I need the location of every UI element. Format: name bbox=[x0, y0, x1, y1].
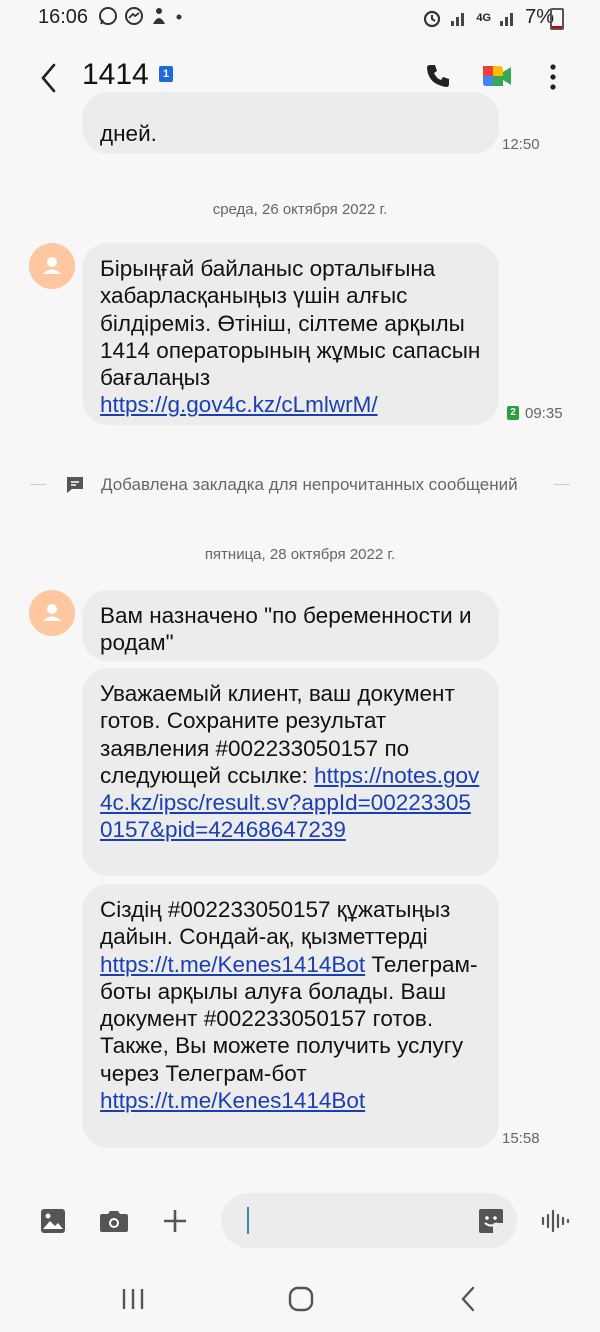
avatar-icon bbox=[43, 604, 61, 621]
notification-icons bbox=[98, 6, 184, 26]
add-icon[interactable] bbox=[162, 1208, 188, 1234]
video-call-icon[interactable] bbox=[482, 62, 512, 90]
alarm-icon bbox=[424, 10, 441, 27]
text-caret bbox=[247, 1207, 249, 1234]
message-bubble[interactable]: Сіздің #002233050157 құжатыңыз дайын. Со… bbox=[82, 884, 499, 1148]
bookmark-notice: Добавлена закладка для непрочитанных соо… bbox=[101, 475, 518, 494]
status-right-group: 4G 7% bbox=[422, 6, 554, 29]
recents-icon[interactable] bbox=[120, 1287, 146, 1311]
messenger-icon bbox=[125, 7, 143, 25]
message-text: Вам назначено "по беременности и родам" bbox=[100, 603, 472, 656]
avatar[interactable] bbox=[29, 590, 75, 636]
conversation-title: 1414 bbox=[82, 58, 149, 91]
date-separator: среда, 26 октября 2022 г. bbox=[212, 201, 388, 218]
battery-icon bbox=[550, 8, 564, 30]
message-text: дней. bbox=[100, 121, 157, 146]
message-text: Сіздің #002233050157 құжатыңыз дайын. Со… bbox=[100, 897, 451, 950]
message-bubble[interactable]: Вам назначено "по беременности и родам" bbox=[82, 590, 499, 661]
divider-left bbox=[30, 484, 46, 485]
signal-icon bbox=[451, 12, 465, 26]
date-separator: пятница, 28 октября 2022 г. bbox=[204, 546, 396, 563]
bookmark-icon bbox=[67, 477, 83, 493]
message-bubble[interactable]: дней. bbox=[82, 92, 499, 154]
home-icon[interactable] bbox=[287, 1285, 315, 1313]
more-notifications-dot-icon bbox=[176, 14, 182, 20]
status-time: 16:06 bbox=[38, 6, 89, 28]
app-notification-icon bbox=[153, 8, 165, 24]
message-bubble[interactable]: Бірыңғай байланыс орталығына хабарласқан… bbox=[82, 243, 499, 425]
sim-badge: 1 bbox=[159, 66, 173, 82]
back-icon[interactable] bbox=[38, 62, 60, 94]
message-link[interactable]: https://g.gov4c.kz/cLmlwrM/ bbox=[100, 392, 378, 417]
nav-back-icon[interactable] bbox=[458, 1285, 478, 1313]
message-bubble[interactable]: Уважаемый клиент, ваш документ готов. Со… bbox=[82, 668, 499, 876]
camera-icon[interactable] bbox=[99, 1208, 129, 1234]
message-time: 12:50 bbox=[502, 136, 540, 153]
sticker-icon[interactable] bbox=[477, 1207, 505, 1235]
message-link[interactable]: https://t.me/Kenes1414Bot bbox=[100, 952, 365, 977]
more-icon[interactable] bbox=[548, 62, 558, 92]
avatar-icon bbox=[43, 257, 61, 274]
voice-icon[interactable] bbox=[540, 1207, 570, 1235]
sim2-badge: 2 bbox=[507, 406, 519, 420]
avatar[interactable] bbox=[29, 243, 75, 289]
gallery-icon[interactable] bbox=[40, 1208, 66, 1234]
message-text: Бірыңғай байланыс орталығына хабарласқан… bbox=[100, 256, 481, 391]
message-time: 09:35 bbox=[525, 405, 563, 422]
call-icon[interactable] bbox=[424, 62, 452, 90]
signal-icon-2 bbox=[500, 12, 514, 26]
message-link[interactable]: https://t.me/Kenes1414Bot bbox=[100, 1088, 365, 1113]
divider-right bbox=[554, 484, 570, 485]
network-type: 4G bbox=[476, 11, 492, 24]
message-input[interactable] bbox=[221, 1193, 517, 1248]
message-time: 15:58 bbox=[502, 1130, 540, 1147]
whatsapp-icon bbox=[99, 7, 117, 25]
